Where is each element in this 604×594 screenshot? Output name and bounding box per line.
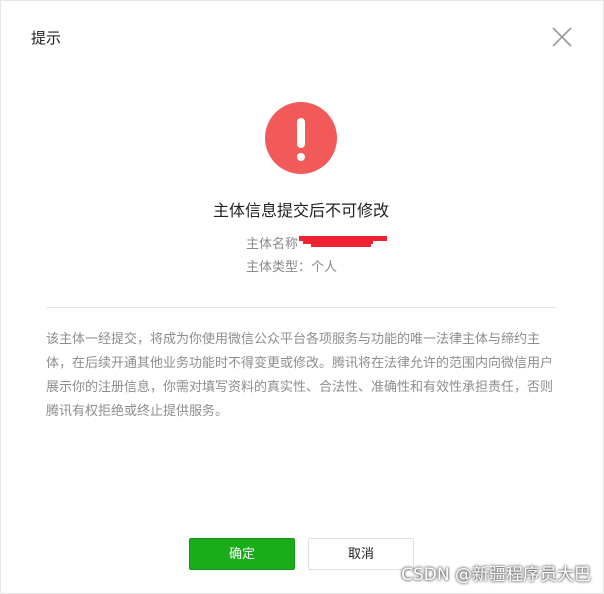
dialog-title: 提示: [31, 29, 62, 47]
confirm-button[interactable]: 确定: [189, 538, 295, 570]
warning-heading: 主体信息提交后不可修改: [212, 201, 389, 220]
redaction-mark: [299, 234, 389, 250]
subject-name-label: 主体名称: [246, 237, 299, 252]
cancel-button[interactable]: 取消: [308, 538, 414, 570]
divider: [46, 307, 557, 308]
watermark: CSDN @新疆程序员大巴: [401, 565, 591, 585]
description-text: 该主体一经提交，将成为你使用微信公众平台各项服务与功能的唯一法律主体与缔约主体，…: [46, 332, 554, 419]
dialog: 提示 主体信息提交后不可修改 主体名称 主体类型：个人 该主体一经提交，将成为你…: [0, 0, 604, 594]
exclamation-alert-icon: [265, 102, 337, 174]
subject-type: 主体类型：个人: [246, 260, 338, 275]
close-icon[interactable]: [551, 26, 573, 48]
